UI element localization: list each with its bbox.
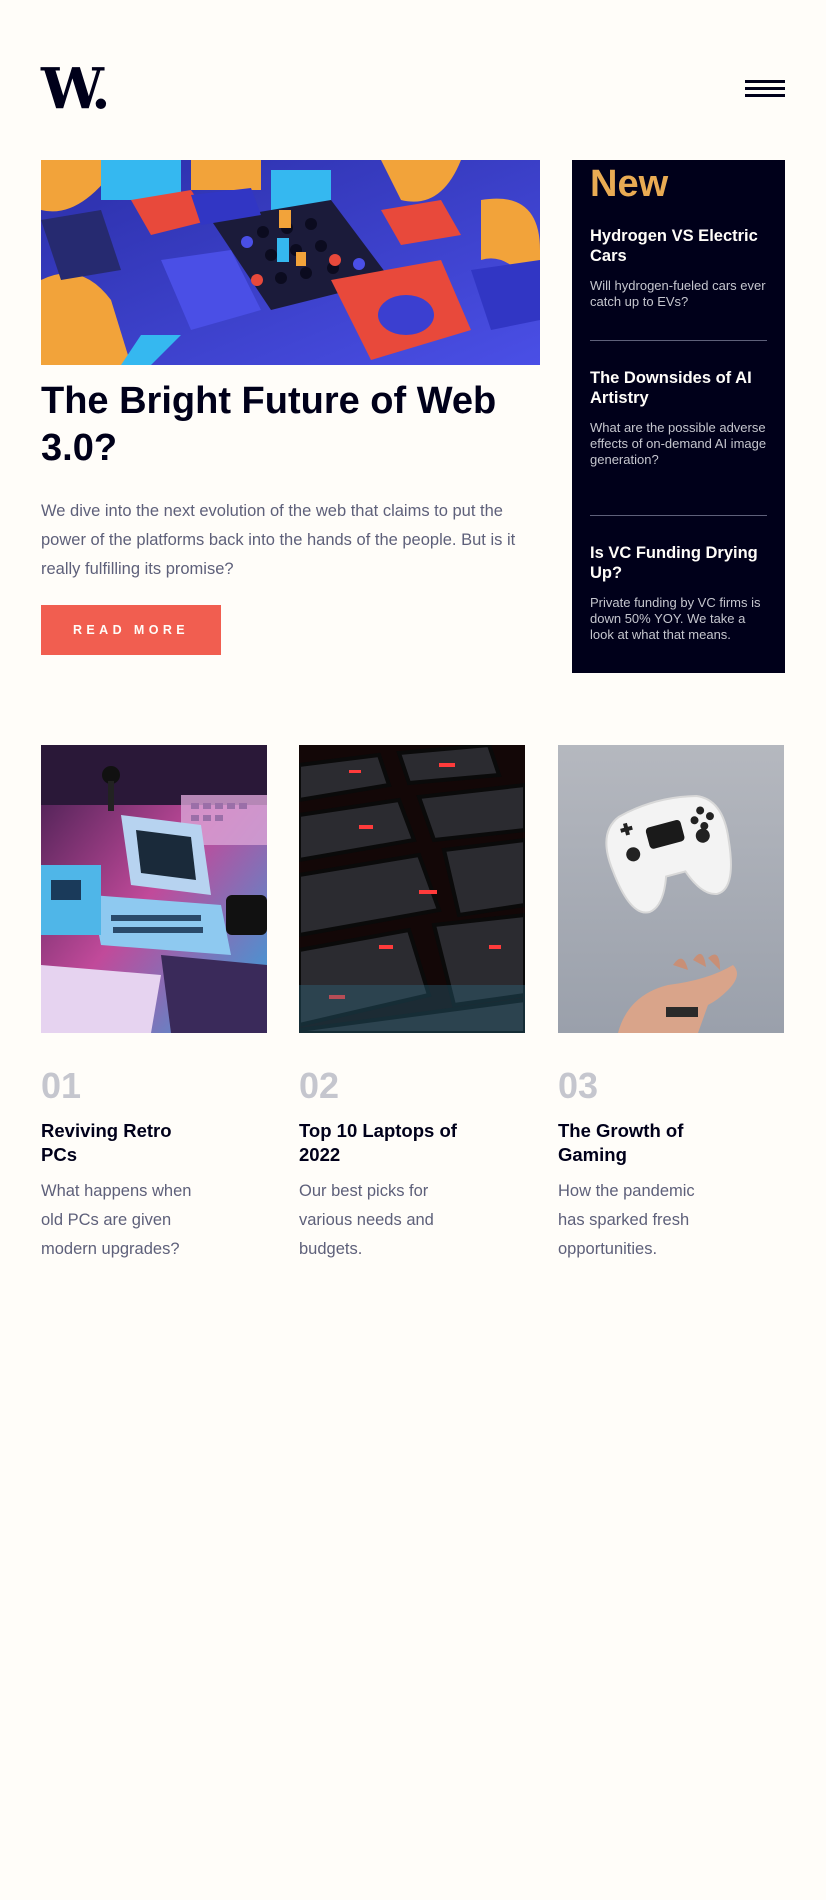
card-description: How the pandemic has sparked fresh oppor… <box>558 1182 695 1258</box>
new-heading: New <box>590 163 669 205</box>
game-controller-image[interactable] <box>558 745 784 1033</box>
colorful-3d-blocks-image <box>41 160 540 365</box>
new-item[interactable]: Hydrogen VS Electric Cars Will hydrogen-… <box>590 226 767 310</box>
card-title[interactable]: The Growth of Gaming <box>558 1119 728 1167</box>
card-number: 02 <box>299 1065 340 1106</box>
card-description: Our best picks for various needs and bud… <box>299 1182 434 1258</box>
new-articles-panel: New Hydrogen VS Electric Cars Will hydro… <box>572 160 785 673</box>
new-item-title[interactable]: The Downsides of AI Artistry <box>590 368 767 408</box>
new-item[interactable]: The Downsides of AI Artistry What are th… <box>590 368 767 468</box>
site-header: W. <box>41 61 785 117</box>
new-item-description: Private funding by VC firms is down 50% … <box>590 595 761 642</box>
new-item-title[interactable]: Is VC Funding Drying Up? <box>590 543 767 583</box>
card-title[interactable]: Top 10 Laptops of 2022 <box>299 1119 469 1167</box>
card-title[interactable]: Reviving Retro PCs <box>41 1119 211 1167</box>
card-number: 03 <box>558 1065 599 1106</box>
keyboard-closeup-image[interactable] <box>299 745 525 1033</box>
new-item-title[interactable]: Hydrogen VS Electric Cars <box>590 226 767 266</box>
article-card: 02 Top 10 Laptops of 2022 Our best picks… <box>299 745 525 1258</box>
hero-description: We dive into the next evolution of the w… <box>41 502 516 578</box>
hero-title[interactable]: The Bright Future of Web 3.0? <box>41 378 511 472</box>
divider <box>590 340 767 341</box>
article-card: 01 Reviving Retro PCs What happens when … <box>41 745 267 1258</box>
read-more-button[interactable]: READ MORE <box>41 605 221 655</box>
divider <box>590 515 767 516</box>
retro-computer-image[interactable] <box>41 745 267 1033</box>
card-description: What happens when old PCs are given mode… <box>41 1182 192 1258</box>
site-logo[interactable]: W. <box>41 61 111 117</box>
card-number: 01 <box>41 1065 82 1106</box>
article-card: 03 The Growth of Gaming How the pandemic… <box>558 745 784 1258</box>
new-item-description: What are the possible adverse effects of… <box>590 420 767 467</box>
new-item-description: Will hydrogen-fueled cars ever catch up … <box>590 278 766 309</box>
new-item[interactable]: Is VC Funding Drying Up? Private funding… <box>590 543 767 643</box>
hamburger-menu-icon[interactable] <box>745 80 785 98</box>
